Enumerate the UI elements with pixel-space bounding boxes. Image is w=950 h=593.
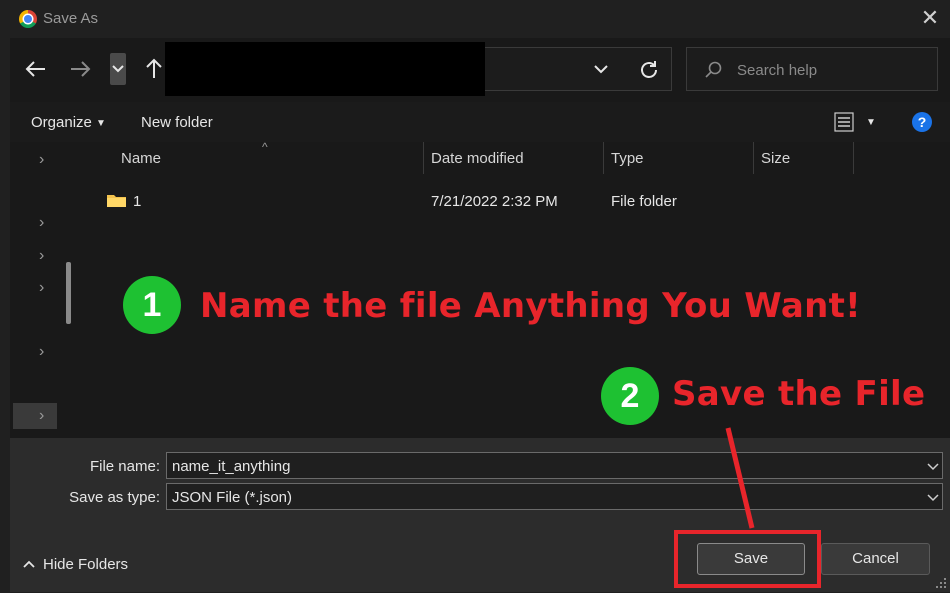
chevron-right-icon[interactable]: › — [39, 151, 44, 169]
save-highlight-box — [674, 530, 821, 588]
chrome-icon — [19, 10, 37, 28]
step-1-instruction: Name the file Anything You Want! — [200, 286, 861, 326]
chevron-down-icon[interactable] — [590, 58, 612, 80]
caret-down-icon[interactable]: ▼ — [866, 117, 876, 128]
step-2-badge: 2 — [601, 367, 659, 425]
help-icon[interactable]: ? — [912, 112, 932, 132]
hide-folders-button[interactable]: Hide Folders — [43, 556, 128, 573]
title-bar — [0, 0, 950, 38]
chevron-right-icon[interactable]: › — [39, 247, 44, 265]
folder-icon — [107, 193, 126, 207]
column-divider[interactable] — [853, 142, 854, 174]
chevron-right-icon[interactable]: › — [39, 343, 44, 361]
cancel-button[interactable]: Cancel — [821, 543, 930, 575]
chevron-down-icon[interactable] — [926, 490, 940, 504]
chevron-right-icon[interactable]: › — [39, 279, 44, 297]
column-header-date[interactable]: Date modified — [431, 150, 524, 167]
chevron-up-icon[interactable] — [22, 557, 36, 569]
organize-menu-button[interactable]: Organize — [31, 114, 92, 131]
column-divider[interactable] — [753, 142, 754, 174]
resize-grip-icon[interactable] — [935, 576, 947, 588]
view-options-icon[interactable] — [834, 112, 854, 132]
file-name-cell[interactable]: 1 — [133, 193, 141, 210]
column-divider[interactable] — [423, 142, 424, 174]
new-folder-button[interactable]: New folder — [141, 114, 213, 131]
file-date-cell: 7/21/2022 2:32 PM — [431, 193, 558, 210]
file-type-cell: File folder — [611, 193, 677, 210]
back-arrow-icon[interactable] — [21, 54, 51, 84]
sort-ascending-icon: ^ — [262, 140, 268, 154]
close-icon[interactable]: ✕ — [918, 6, 942, 30]
chevron-right-icon[interactable]: › — [39, 407, 44, 425]
caret-down-icon[interactable]: ▼ — [96, 118, 106, 129]
forward-arrow-icon[interactable] — [65, 54, 95, 84]
column-header-size[interactable]: Size — [761, 150, 790, 167]
step-2-instruction: Save the File — [672, 374, 926, 414]
refresh-icon[interactable] — [637, 58, 661, 82]
file-name-label: File name: — [89, 458, 160, 475]
column-divider[interactable] — [603, 142, 604, 174]
window-title: Save As — [43, 10, 99, 27]
chevron-right-icon[interactable]: › — [39, 214, 44, 232]
recent-locations-dropdown[interactable] — [110, 53, 126, 85]
chevron-down-icon[interactable] — [926, 459, 940, 473]
navigation-pane — [10, 142, 82, 438]
column-header-name[interactable]: Name — [121, 150, 161, 167]
file-name-value[interactable]: name_it_anything — [172, 458, 290, 475]
search-placeholder[interactable]: Search help — [737, 62, 817, 79]
step-1-badge: 1 — [123, 276, 181, 334]
column-header-type[interactable]: Type — [611, 150, 644, 167]
save-type-value[interactable]: JSON File (*.json) — [172, 489, 292, 506]
nav-selected-item[interactable] — [13, 403, 57, 429]
search-icon — [703, 60, 723, 80]
redacted-path — [165, 42, 485, 96]
nav-scrollbar[interactable] — [66, 262, 71, 324]
save-type-label: Save as type: — [69, 489, 160, 506]
